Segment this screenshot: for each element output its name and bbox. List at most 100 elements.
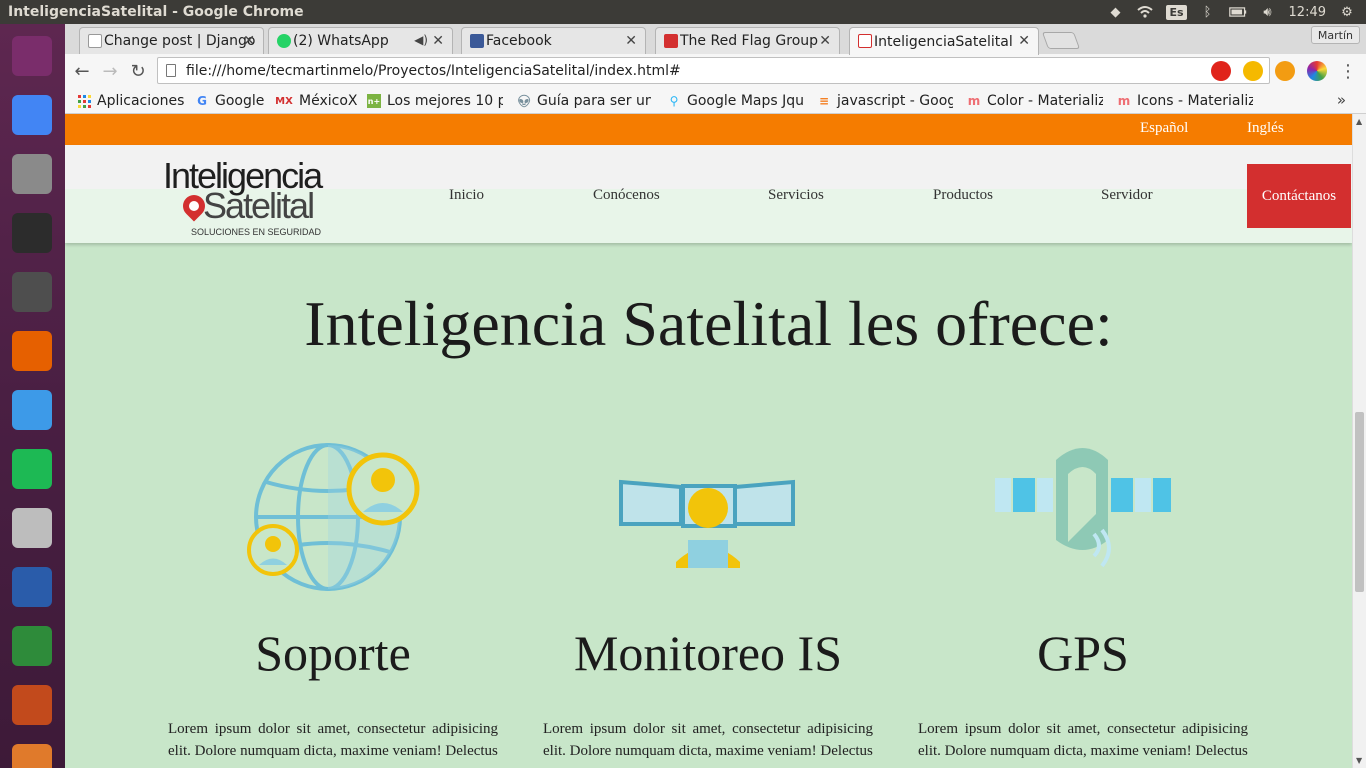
launcher-terminal-icon[interactable] <box>6 207 58 259</box>
bookmark-mexicox[interactable]: MX MéxicoX <box>275 91 357 111</box>
firefox-icon <box>12 331 52 371</box>
bookmark-javascript[interactable]: ≡ javascript - Goog <box>817 91 953 111</box>
keyboard-layout-indicator[interactable]: Es <box>1166 4 1187 20</box>
bookmark-color-materialize[interactable]: m Color - Materializ <box>967 91 1103 111</box>
launcher-files-icon[interactable] <box>6 148 58 200</box>
service-title: Monitoreo IS <box>573 625 843 681</box>
launcher-sublime-text-icon[interactable] <box>6 266 58 318</box>
tab-red-flag[interactable]: The Red Flag Group ✕ <box>655 27 840 54</box>
opera-extension-icon[interactable] <box>1211 61 1231 81</box>
contact-button[interactable]: Contáctanos <box>1247 164 1351 228</box>
settings-gear-icon[interactable]: ⚙ <box>1338 4 1356 20</box>
map-pin-icon: ⚲ <box>669 94 679 108</box>
mexicox-icon: MX <box>275 95 293 107</box>
color-extension-icon[interactable] <box>1307 61 1327 81</box>
launcher-disk-icon[interactable] <box>6 502 58 554</box>
bookmark-label: MéxicoX <box>299 93 358 109</box>
launcher-calc-icon[interactable] <box>6 620 58 672</box>
launcher-writer-icon[interactable] <box>6 561 58 613</box>
bookmark-icons-materialize[interactable]: m Icons - Materializ <box>1117 91 1253 111</box>
launcher-spotify-icon[interactable] <box>6 443 58 495</box>
bookmark-label: javascript - Goog <box>837 93 953 109</box>
nav-servidor[interactable]: Servidor <box>1101 187 1153 204</box>
lang-spanish-link[interactable]: Español <box>1140 120 1188 137</box>
address-bar[interactable]: file:///home/tecmartinmelo/Proyectos/Int… <box>157 57 1270 84</box>
alien-icon: 👽︎ <box>517 94 532 108</box>
writer-icon <box>12 567 52 607</box>
emoji-extension-icon[interactable] <box>1243 61 1263 81</box>
emoji2-extension-icon[interactable] <box>1275 61 1295 81</box>
back-arrow-icon[interactable]: ← <box>71 60 93 82</box>
clock[interactable]: 12:49 <box>1289 5 1326 20</box>
launcher-impress-icon[interactable] <box>6 679 58 731</box>
bookmark-label: Color - Materializ <box>987 93 1103 109</box>
tab-django[interactable]: Change post | Django ✕ <box>79 27 264 54</box>
tab-title: InteligenciaSatelital <box>874 33 1013 50</box>
close-icon[interactable]: ✕ <box>625 33 637 49</box>
close-icon[interactable]: ✕ <box>819 33 831 49</box>
service-description: Lorem ipsum dolor sit amet, consectetur … <box>918 721 1248 759</box>
bookmark-guia[interactable]: 👽︎ Guía para ser un <box>517 91 651 111</box>
impress-icon <box>12 685 52 725</box>
reload-icon[interactable]: ↻ <box>127 60 149 82</box>
facebook-icon <box>470 34 484 48</box>
service-title: Soporte <box>255 625 411 681</box>
bookmark-label: Aplicaciones <box>97 93 185 109</box>
tab-facebook[interactable]: Facebook ✕ <box>461 27 646 54</box>
close-icon[interactable]: ✕ <box>432 33 444 49</box>
page-scrollbar[interactable]: ▲ ▼ <box>1352 114 1366 768</box>
bookmarks-bar: Aplicaciones G Google MX MéxicoX n+ Los … <box>65 88 1366 114</box>
tab-title: Facebook <box>486 33 552 49</box>
profile-button[interactable]: Martín <box>1310 26 1360 44</box>
close-icon[interactable]: ✕ <box>243 33 255 49</box>
launcher-software-center-icon[interactable] <box>6 738 58 768</box>
bookmark-los-mejores[interactable]: n+ Los mejores 10 p <box>367 91 503 111</box>
spotify-icon <box>12 449 52 489</box>
lang-english-link[interactable]: Inglés <box>1247 120 1284 137</box>
bookmark-label: Icons - Materializ <box>1137 93 1253 109</box>
launcher-dropbox-icon[interactable] <box>6 384 58 436</box>
launcher-firefox-icon[interactable] <box>6 325 58 377</box>
nav-inicio[interactable]: Inicio <box>449 187 484 204</box>
scroll-up-icon[interactable]: ▲ <box>1356 117 1362 126</box>
nav-productos[interactable]: Productos <box>933 187 993 204</box>
tab-inteligencia-satelital[interactable]: InteligenciaSatelital ✕ <box>849 27 1039 55</box>
nav-conocenos[interactable]: Conócenos <box>593 187 660 204</box>
stackoverflow-icon: ≡ <box>818 94 830 108</box>
bookmark-label: Guía para ser un <box>537 93 651 109</box>
chevron-more-icon[interactable]: » <box>1337 91 1346 109</box>
globe-users-icon <box>168 442 498 592</box>
monitoring-operator-icon <box>543 442 873 592</box>
materialize-icon: m <box>967 94 981 108</box>
bookmark-google[interactable]: G Google <box>195 91 264 111</box>
nplus-icon: n+ <box>367 94 381 108</box>
menu-icon[interactable]: ⋮ <box>1337 60 1359 82</box>
volume-icon[interactable]: 🔊︎ <box>1259 4 1277 20</box>
launcher-chrome-icon[interactable] <box>6 89 58 141</box>
new-tab-button[interactable] <box>1041 32 1081 49</box>
bookmark-label: Google Maps Jqu <box>687 93 804 109</box>
close-icon[interactable]: ✕ <box>1018 33 1030 49</box>
launcher-ubuntu-dash-icon[interactable] <box>6 30 58 82</box>
scroll-down-icon[interactable]: ▼ <box>1356 756 1362 765</box>
url-text: file:///home/tecmartinmelo/Proyectos/Int… <box>186 62 681 79</box>
dropbox-icon <box>12 390 52 430</box>
bookmark-label: Los mejores 10 p <box>387 93 503 109</box>
battery-icon[interactable] <box>1228 4 1247 20</box>
audio-icon[interactable]: ◀) <box>414 33 428 47</box>
dropbox-tray-icon[interactable]: ◆ <box>1106 4 1124 20</box>
system-tray: ◆ Es ᛒ 🔊︎ 12:49 ⚙ <box>1106 0 1366 24</box>
scrollbar-thumb[interactable] <box>1355 412 1364 592</box>
browser-toolbar: ← → ↻ file:///home/tecmartinmelo/Proyect… <box>65 54 1366 88</box>
tab-whatsapp[interactable]: (2) WhatsApp ◀) ✕ <box>268 27 453 54</box>
apps-grid-icon <box>77 94 91 108</box>
wifi-icon[interactable] <box>1136 4 1154 20</box>
bookmark-google-maps[interactable]: ⚲ Google Maps Jqu <box>667 91 805 111</box>
forward-arrow-icon[interactable]: → <box>99 60 121 82</box>
site-logo[interactable]: Inteligencia Satelital SOLUCIONES EN SEG… <box>163 155 329 237</box>
disk-icon <box>12 508 52 548</box>
bluetooth-icon[interactable]: ᛒ <box>1199 4 1217 20</box>
service-description: Lorem ipsum dolor sit amet, consectetur … <box>543 721 873 759</box>
nav-servicios[interactable]: Servicios <box>768 187 824 204</box>
bookmark-apps[interactable]: Aplicaciones <box>77 91 184 111</box>
